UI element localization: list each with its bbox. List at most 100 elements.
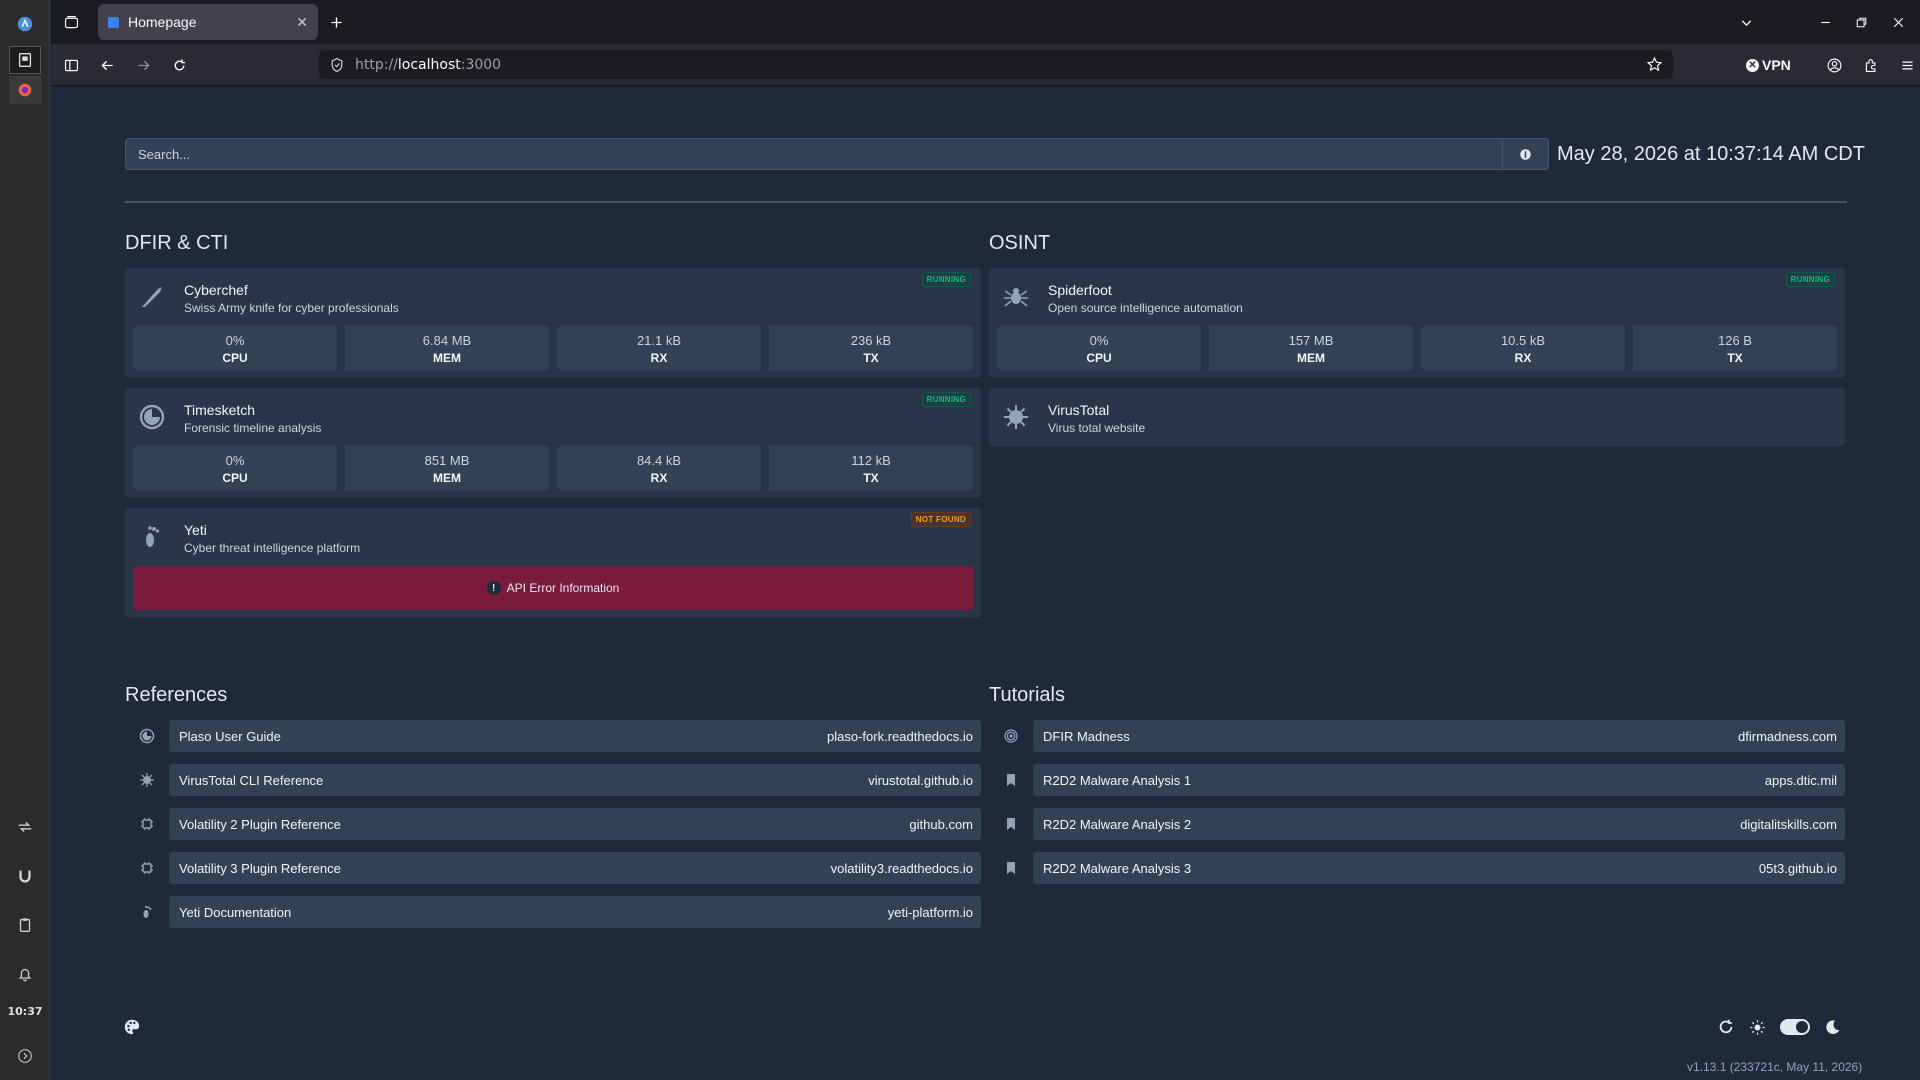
- stat-value: 236 kB: [850, 333, 892, 348]
- virus-icon: [125, 764, 169, 796]
- service-name: Spiderfoot: [1048, 282, 1112, 298]
- site-security-icon[interactable]: [329, 57, 345, 73]
- minimize-window-icon[interactable]: [1815, 12, 1835, 32]
- color-palette-button[interactable]: [123, 1018, 141, 1036]
- sun-icon[interactable]: [1749, 1019, 1766, 1036]
- app-launcher-icon[interactable]: [9, 10, 41, 38]
- homepage-dashboard: Search... May 28, 2026 at 10:37:14 AM CD…: [51, 86, 1920, 1080]
- bookmark-r2d2-3[interactable]: R2D2 Malware Analysis 3 05t3.github.io: [989, 852, 1845, 884]
- vpn-button[interactable]: ✕ VPN: [1746, 55, 1791, 75]
- bookmark-star-icon[interactable]: [1646, 56, 1663, 73]
- palette-icon: [124, 1019, 140, 1035]
- back-icon[interactable]: [97, 55, 117, 75]
- bookmark-plaso[interactable]: Plaso User Guide plaso-fork.readthedocs.i…: [125, 720, 981, 752]
- fingerprint-icon: [989, 720, 1033, 752]
- theme-toggle[interactable]: [1780, 1019, 1810, 1035]
- stat-value: 0%: [225, 453, 245, 468]
- account-icon[interactable]: [1824, 55, 1844, 75]
- close-tab-icon[interactable]: ✕: [296, 14, 308, 31]
- list-tabs-icon[interactable]: [1736, 12, 1756, 32]
- bookmark-r2d2-2[interactable]: R2D2 Malware Analysis 2 digitalitskills.c…: [989, 808, 1845, 840]
- taskbar: 10:37: [0, 0, 50, 1080]
- service-card-yeti[interactable]: Yeti Cyber threat intelligence platform …: [125, 508, 981, 618]
- service-card-cyberchef[interactable]: Cyberchef Swiss Army knife for cyber pro…: [125, 268, 981, 378]
- service-name: Cyberchef: [184, 282, 248, 298]
- bookmark-host: 05t3.github.io: [1758, 860, 1837, 876]
- stat-label: MEM: [433, 471, 461, 485]
- taskbar-clock[interactable]: 10:37: [0, 1005, 50, 1018]
- service-card-virustotal[interactable]: VirusTotal Virus total website: [989, 388, 1845, 446]
- search-provider-icon[interactable]: [1502, 139, 1548, 169]
- browser-tab[interactable]: Homepage ✕: [98, 4, 318, 40]
- api-error-label: API Error Information: [506, 581, 620, 595]
- section-title-osint: OSINT: [989, 232, 1051, 254]
- bookmark-host: github.com: [909, 816, 973, 832]
- stat-value: 84.4 kB: [636, 453, 682, 468]
- extensions-icon[interactable]: [1861, 55, 1881, 75]
- bookmark-host: plaso-fork.readthedocs.io: [827, 728, 973, 744]
- stat-label: RX: [650, 351, 668, 365]
- status-badge: RUNNING: [921, 392, 971, 407]
- timeline-icon: [137, 402, 167, 432]
- bookmark-dfir-madness[interactable]: DFIR Madness dfirmadness.com: [989, 720, 1845, 752]
- service-description: Swiss Army knife for cyber professionals: [184, 301, 399, 315]
- search-box[interactable]: Search...: [125, 138, 1549, 170]
- forward-icon[interactable]: [133, 55, 153, 75]
- service-description: Cyber threat intelligence platform: [184, 541, 361, 555]
- tab-overview-icon[interactable]: [59, 12, 83, 32]
- service-card-timesketch[interactable]: Timesketch Forensic timeline analysis RU…: [125, 388, 981, 498]
- stat-mem: 6.84 MB MEM: [345, 326, 549, 370]
- clipboard-icon[interactable]: [9, 911, 41, 939]
- reload-icon[interactable]: [169, 55, 189, 75]
- task-window-icon[interactable]: [9, 46, 41, 74]
- close-window-icon[interactable]: [1888, 12, 1908, 32]
- bookmark-volatility3[interactable]: Volatility 3 Plugin Reference volatility3…: [125, 852, 981, 884]
- stat-label: RX: [650, 471, 668, 485]
- notification-bell-icon[interactable]: [9, 960, 41, 988]
- expand-panel-icon[interactable]: [9, 1042, 41, 1070]
- header-divider: [125, 201, 1847, 203]
- bookmark-name: Yeti Documentation: [179, 904, 292, 920]
- magnet-icon[interactable]: [9, 862, 41, 890]
- moon-icon[interactable]: [1824, 1019, 1841, 1036]
- address-url[interactable]: http://localhost:3000: [355, 57, 1646, 73]
- stat-label: CPU: [1086, 351, 1112, 365]
- refresh-icon[interactable]: [1717, 1018, 1735, 1036]
- bookmark-name: DFIR Madness: [1043, 728, 1130, 744]
- status-badge: NOT FOUND: [910, 512, 971, 527]
- address-bar[interactable]: http://localhost:3000: [319, 50, 1673, 79]
- knife-icon: [137, 282, 167, 312]
- stat-label: CPU: [222, 351, 248, 365]
- sidebar-toggle-icon[interactable]: [61, 55, 81, 75]
- homepage-favicon: [108, 16, 119, 28]
- stat-label: RX: [1514, 351, 1532, 365]
- network-icon[interactable]: [9, 813, 41, 841]
- service-description: Forensic timeline analysis: [184, 421, 322, 435]
- section-title-dfir: DFIR & CTI: [125, 232, 229, 254]
- vpn-off-icon: ✕: [1746, 58, 1759, 72]
- firefox-task-icon[interactable]: [9, 76, 41, 104]
- app-menu-icon[interactable]: [1897, 55, 1917, 75]
- search-input[interactable]: Search...: [126, 147, 1502, 162]
- stat-value: 21.1 kB: [636, 333, 682, 348]
- restore-window-icon[interactable]: [1851, 12, 1871, 32]
- bookmark-yeti-docs[interactable]: Yeti Documentation yeti-platform.io: [125, 896, 981, 928]
- service-card-spiderfoot[interactable]: Spiderfoot Open source intelligence auto…: [989, 268, 1845, 378]
- bookmark-r2d2-1[interactable]: R2D2 Malware Analysis 1 apps.dtic.mil: [989, 764, 1845, 796]
- stat-mem: 851 MB MEM: [345, 446, 549, 490]
- bookmark-host: virustotal.github.io: [868, 772, 973, 788]
- stat-tx: 236 kB TX: [769, 326, 973, 370]
- api-error-button[interactable]: ! API Error Information: [133, 566, 973, 610]
- bookmark-icon: [989, 808, 1033, 840]
- bookmark-host: apps.dtic.mil: [1764, 772, 1837, 788]
- status-badge: RUNNING: [921, 272, 971, 287]
- spider-icon: [1001, 282, 1031, 312]
- bookmark-volatility2[interactable]: Volatility 2 Plugin Reference github.com: [125, 808, 981, 840]
- timeline-icon: [125, 720, 169, 752]
- new-tab-icon[interactable]: [326, 12, 346, 32]
- service-stats: 0% CPU 851 MB MEM 84.4 kB RX 112 kB TX: [125, 446, 981, 498]
- stat-cpu: 0% CPU: [133, 326, 337, 370]
- stat-label: TX: [863, 471, 879, 485]
- bookmark-virustotal-cli[interactable]: VirusTotal CLI Reference virustotal.githu…: [125, 764, 981, 796]
- service-description: Open source intelligence automation: [1048, 301, 1243, 315]
